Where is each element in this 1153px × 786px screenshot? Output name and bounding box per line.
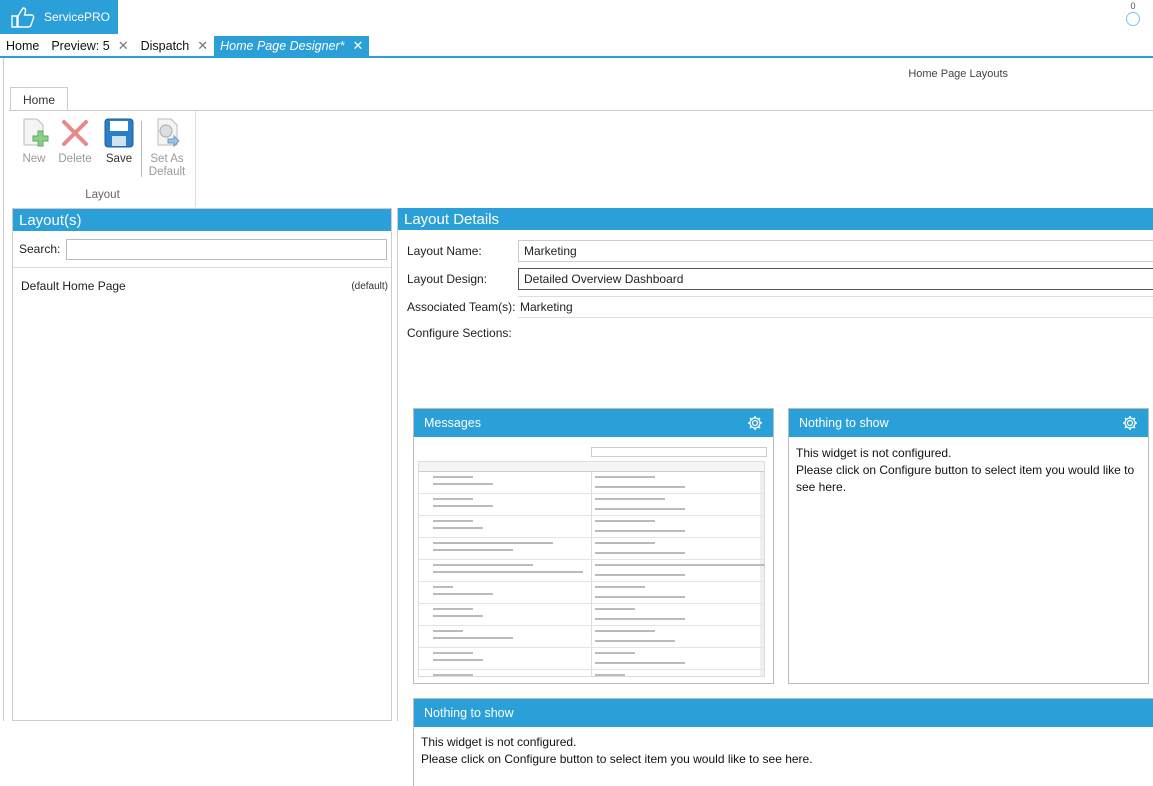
tab-label: Home Page Designer* [220,39,345,53]
table-row [419,604,764,626]
preview-table-header [419,462,764,472]
messages-widget: Messages [413,408,774,684]
layouts-panel: Layout(s) Search: Default Home Page (def… [12,208,392,721]
delete-button[interactable]: Delete [55,117,95,166]
table-row [419,670,764,681]
tab-home[interactable]: Home [0,36,45,56]
table-row [419,648,764,670]
team-field[interactable]: Marketing [518,296,1153,318]
search-input[interactable] [66,238,387,260]
list-item[interactable]: Default Home Page (default) [13,268,391,293]
configure-sections-row: Configure Sections: [407,326,512,340]
ribbon-tab-home[interactable]: Home [10,87,68,111]
messages-widget-header: Messages [414,409,773,437]
save-button[interactable]: Save [99,117,139,166]
widget-body: This widget is not configured. Please cl… [789,437,1148,504]
table-row [419,582,764,604]
designer-frame: Home Page Layouts Home New Delete Save S… [3,58,1153,786]
ribbon-group-label: Layout [85,189,120,201]
layouts-search-row: Search: [13,231,391,261]
table-row [419,626,764,648]
layout-name-field[interactable]: Marketing [518,240,1153,262]
page-title: Home Page Layouts [908,68,1008,80]
widget-message-line2: Please click on Configure button to sele… [796,463,1135,494]
team-label: Associated Team(s): [407,300,516,314]
tab-preview[interactable]: Preview: 5 ✕ [45,36,134,56]
layout-design-row: Layout Design: Detailed Overview Dashboa… [407,268,1153,290]
set-as-default-label-1: Set As [150,153,184,165]
table-row [419,472,764,494]
thumbs-up-icon [11,7,35,28]
search-label: Search: [19,242,61,256]
widget-message-line1: This widget is not configured. [796,446,952,460]
notification-icon [1126,12,1140,26]
set-default-icon [152,117,182,149]
preview-search [591,447,767,457]
layout-details-title: Layout Details [398,208,1153,230]
team-row: Associated Team(s): Marketing [407,296,1153,318]
table-row [419,516,764,538]
tab-label: Dispatch [140,39,190,53]
tab-label: Preview: 5 [51,39,110,53]
widget-title: Nothing to show [799,416,889,430]
ribbon-group-layout: New Delete Save Set As Default Layout [9,111,196,207]
new-button[interactable]: New [14,117,54,166]
layout-name-row: Layout Name: Marketing [407,240,1153,262]
layout-name-label: Layout Name: [407,244,482,258]
layout-design-select[interactable]: Detailed Overview Dashboard [518,268,1153,290]
layout-name: Default Home Page [21,279,126,293]
app-brand[interactable]: ServicePRO [0,0,118,34]
tab-home-page-designer[interactable]: Home Page Designer* ✕ [214,36,370,56]
gear-icon[interactable] [1122,415,1138,431]
save-button-label: Save [105,153,133,165]
new-document-icon [19,117,49,149]
widget-message-line2: Please click on Configure button to sele… [421,752,813,766]
widget-header: Nothing to show [414,699,1153,727]
ribbon: New Delete Save Set As Default Layout [9,110,1153,207]
delete-button-label: Delete [58,153,92,165]
widget-body: This widget is not configured. Please cl… [414,726,1153,776]
unconfigured-widget-right: Nothing to show This widget is not confi… [788,408,1149,684]
default-tag: (default) [351,280,388,292]
configure-sections-label: Configure Sections: [407,326,512,340]
close-icon[interactable]: ✕ [353,38,364,54]
set-as-default-button[interactable]: Set As Default [147,117,187,179]
app-name: ServicePRO [44,10,111,24]
notification-count: 0 [1130,1,1136,11]
document-tabs: Home Preview: 5 ✕ Dispatch ✕ Home Page D… [0,36,1153,58]
unconfigured-widget-bottom: Nothing to show [413,698,1153,728]
table-row [419,560,765,582]
gear-icon[interactable] [747,415,763,431]
close-icon[interactable]: ✕ [197,38,208,54]
layouts-panel-title: Layout(s) [13,209,391,231]
widget-header: Nothing to show [789,409,1148,437]
widget-body-container: This widget is not configured. Please cl… [413,726,1153,786]
floppy-disk-icon [104,117,134,149]
set-as-default-label-2: Default [148,166,186,178]
delete-x-icon [60,117,90,149]
top-bar: ServicePRO 0 [0,0,1153,34]
tab-dispatch[interactable]: Dispatch ✕ [135,36,215,56]
widget-title: Nothing to show [424,706,514,720]
close-icon[interactable]: ✕ [118,38,129,54]
table-row [419,494,764,516]
widget-title: Messages [424,416,481,430]
tab-label: Home [6,39,40,53]
widget-message-line1: This widget is not configured. [421,735,577,749]
table-row [419,538,764,560]
layout-details-panel: Layout Details Layout Name: Marketing La… [397,208,1153,786]
layout-design-label: Layout Design: [407,272,488,286]
ribbon-divider [141,121,142,177]
preview-table [418,461,765,677]
messages-preview-image [416,439,771,681]
notification-indicator[interactable]: 0 [1125,2,1141,26]
new-button-label: New [22,153,46,165]
